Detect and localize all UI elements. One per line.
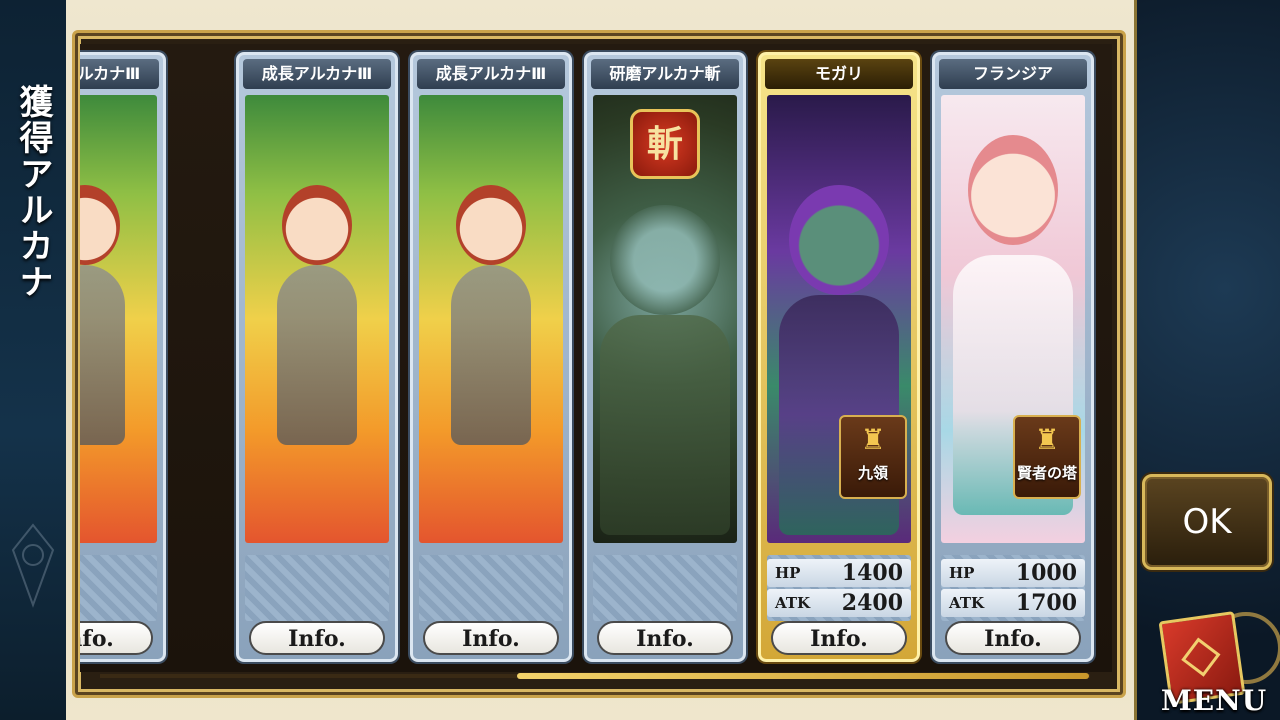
- info-button[interactable]: Info.: [597, 621, 733, 655]
- menu-label: MENU: [1160, 684, 1268, 717]
- zan-badge-icon: 斬: [630, 109, 700, 179]
- crest-emblem-icon: [11, 523, 55, 608]
- side-title: 獲得アルカナ: [13, 84, 53, 300]
- hp-row: HP 1000: [941, 559, 1085, 587]
- hp-label: HP: [949, 564, 975, 582]
- stats-area: [593, 555, 737, 621]
- card-list[interactable]: 成長アルカナⅢ ✚★★★ Info. 成長アルカナⅢ ✥★★★ Info. 成長アルカナⅢ ⚚…: [80, 44, 1112, 672]
- arcana-card[interactable]: 研磨アルカナ斬斬★★★ Info.: [584, 52, 746, 662]
- stats-area: HP 1000 ATK 1700: [941, 555, 1085, 621]
- menu-button[interactable]: MENU: [1150, 606, 1280, 717]
- card-name: 成長アルカナⅢ: [417, 59, 565, 89]
- card-art[interactable]: ♜賢者の塔⚚★★★: [941, 95, 1085, 543]
- stats-pattern: [419, 555, 563, 621]
- info-button[interactable]: Info.: [423, 621, 559, 655]
- character-head: [282, 185, 352, 265]
- card-art[interactable]: ✚★★★: [80, 95, 157, 543]
- stats-area: HP 1400 ATK 2400: [767, 555, 911, 621]
- stats-pattern: [593, 555, 737, 621]
- stats-area: [419, 555, 563, 621]
- card-name: 成長アルカナⅢ: [80, 59, 159, 89]
- stats-area: [80, 555, 157, 621]
- info-button[interactable]: Info.: [945, 621, 1081, 655]
- faction-emblem: ♜ 賢者の塔: [1013, 415, 1081, 499]
- side-title-panel: 獲得アルカナ: [0, 0, 69, 720]
- faction-crest-icon: ♜: [1034, 423, 1060, 456]
- character-body: [277, 265, 357, 445]
- hp-value: 1400: [841, 560, 903, 586]
- atk-row: ATK 1700: [941, 589, 1085, 617]
- character-head: [789, 185, 889, 295]
- hp-row: HP 1400: [767, 559, 911, 587]
- ok-button[interactable]: OK: [1142, 474, 1272, 570]
- card-art[interactable]: ✥★★★: [245, 95, 389, 543]
- character-head: [968, 135, 1058, 245]
- character-head: [610, 205, 720, 315]
- card-art[interactable]: ⚚★★★: [419, 95, 563, 543]
- card-art[interactable]: ♜九領❀★★★★★: [767, 95, 911, 543]
- info-button[interactable]: Info.: [771, 621, 907, 655]
- card-name: フランジア: [939, 59, 1087, 89]
- info-button[interactable]: Info.: [249, 621, 385, 655]
- arcana-card[interactable]: 成長アルカナⅢ ⚚★★★ Info.: [410, 52, 572, 662]
- arcana-card[interactable]: モガリ♜九領❀★★★★★HP1400ATK2400Info.: [758, 52, 920, 662]
- atk-value: 1700: [1015, 590, 1077, 616]
- character-body: [80, 265, 125, 445]
- atk-label: ATK: [775, 594, 811, 612]
- scrollbar-thumb[interactable]: [517, 673, 1089, 679]
- atk-row: ATK 2400: [767, 589, 911, 617]
- character-body: [600, 315, 730, 535]
- card-name: 成長アルカナⅢ: [243, 59, 391, 89]
- stats-pattern: [80, 555, 157, 621]
- character-head: [456, 185, 526, 265]
- stats-pattern: [245, 555, 389, 621]
- hp-label: HP: [775, 564, 801, 582]
- arcana-card[interactable]: 成長アルカナⅢ ✚★★★ Info.: [80, 52, 166, 662]
- character-body: [451, 265, 531, 445]
- card-art[interactable]: 斬★★★: [593, 95, 737, 543]
- atk-value: 2400: [841, 590, 903, 616]
- arcana-card[interactable]: 成長アルカナⅢ ✥★★★ Info.: [236, 52, 398, 662]
- arcana-card[interactable]: フランジア♜賢者の塔⚚★★★HP1000ATK1700Info.: [932, 52, 1094, 662]
- info-button[interactable]: Info.: [80, 621, 153, 655]
- stats-area: [245, 555, 389, 621]
- faction-label: 九領: [857, 464, 888, 482]
- faction-emblem: ♜ 九領: [839, 415, 907, 499]
- character-head: [80, 185, 120, 265]
- faction-label: 賢者の塔: [1016, 464, 1077, 482]
- card-name: モガリ: [765, 59, 913, 89]
- faction-crest-icon: ♜: [860, 423, 886, 456]
- hp-value: 1000: [1015, 560, 1077, 586]
- atk-label: ATK: [949, 594, 985, 612]
- card-name: 研磨アルカナ斬: [591, 59, 739, 89]
